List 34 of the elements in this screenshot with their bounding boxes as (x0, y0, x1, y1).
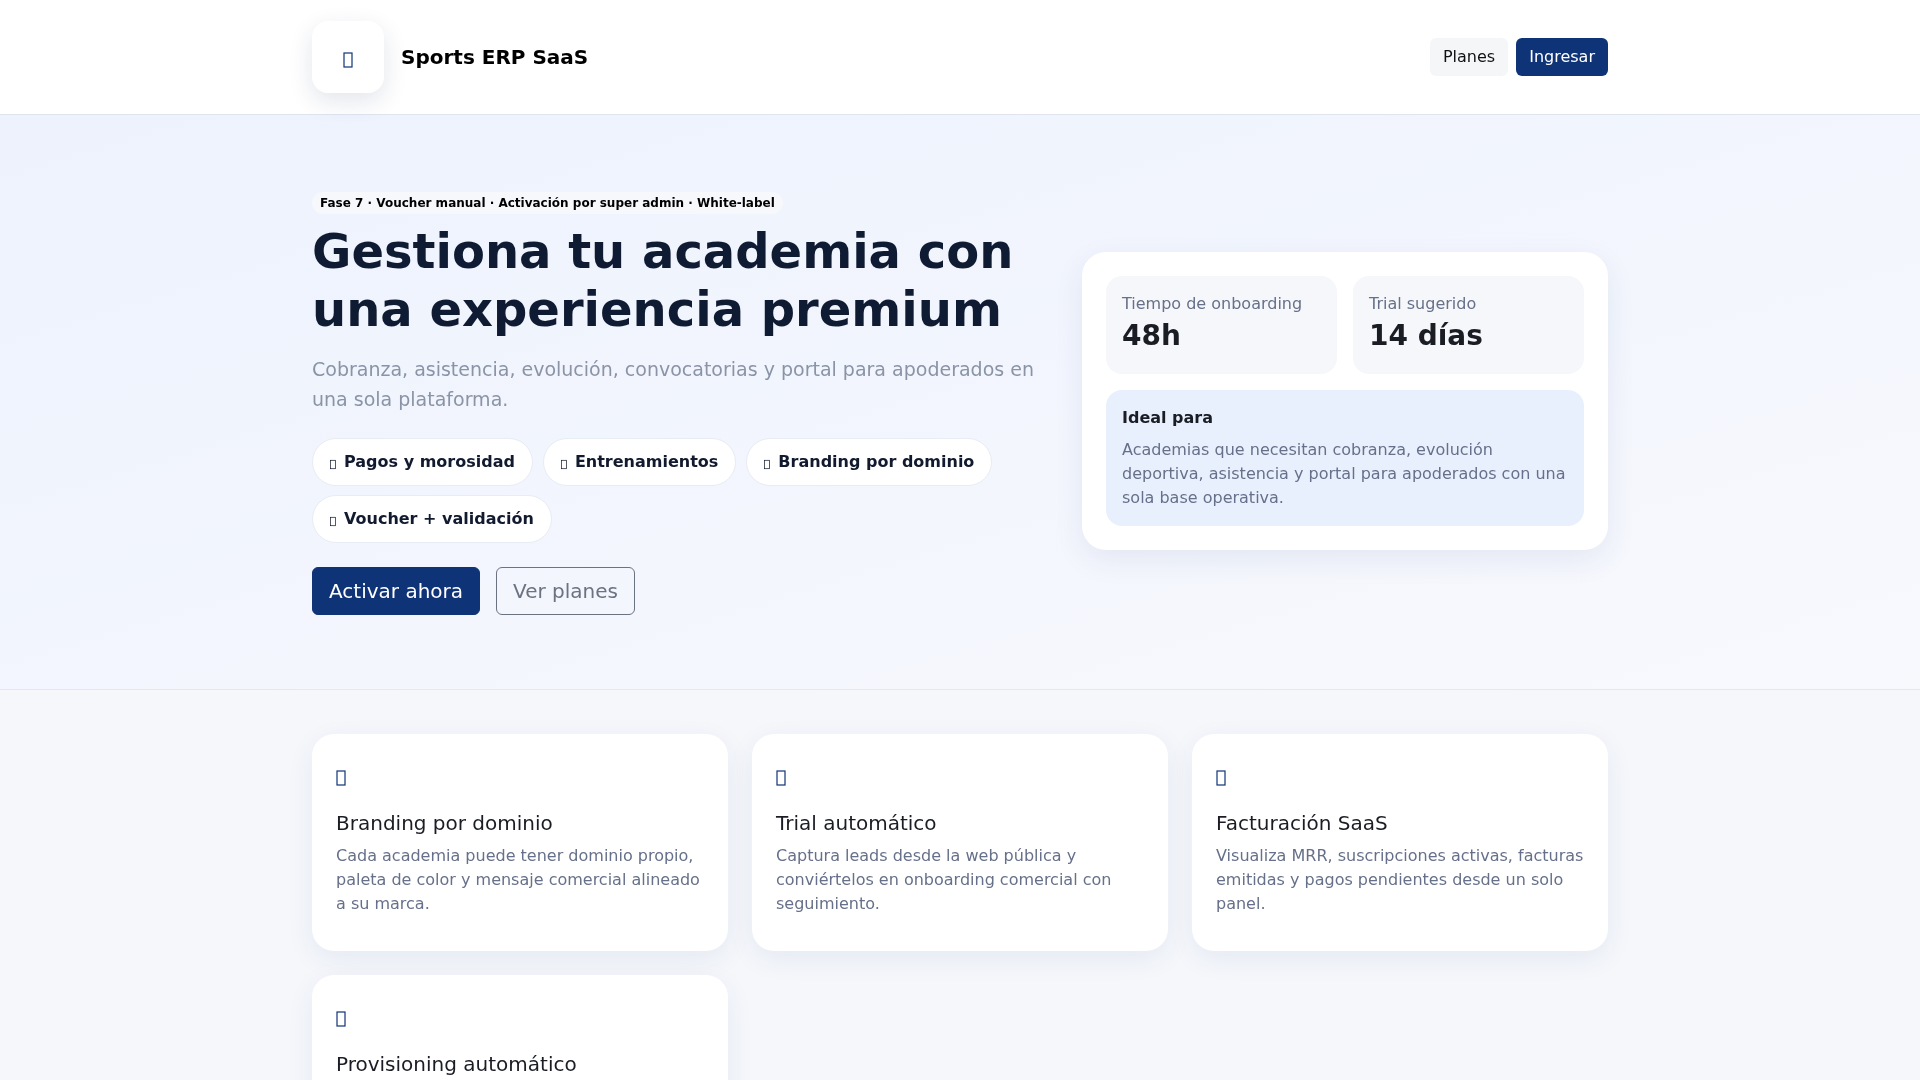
placeholder-icon (343, 51, 353, 69)
brand-name: Sports ERP SaaS (401, 44, 589, 71)
phase-badge: Fase 7 · Voucher manual · Activación por super admin · White-label (312, 192, 783, 214)
nav-button[interactable]: Ingresar (1516, 38, 1608, 76)
placeholder-icon (1216, 768, 1226, 788)
feature-title: Branding por dominio (336, 810, 554, 837)
feature-title: Facturación SaaS (1216, 810, 1389, 837)
feature-text: Captura leads desde la web pública y conviértelos en onboarding comercial con seguimiento. (776, 845, 1113, 915)
action-button[interactable]: Activar ahora (312, 567, 481, 615)
stat-value: 48h (1122, 318, 1182, 354)
placeholder-icon (336, 1009, 346, 1029)
ideal-text: Academias que necesitan cobranza, evolución deportiva, asistencia y portal para apoderados con una sola base operativa. (1122, 439, 1567, 509)
stat-label: Tiempo de onboarding (1122, 293, 1304, 315)
placeholder-icon (764, 458, 771, 470)
feature-chip: Voucher + validación (312, 495, 552, 543)
placeholder-icon (336, 768, 346, 788)
feature-title: Trial automático (776, 810, 938, 837)
ideal-title: Ideal para (1122, 407, 1215, 429)
feature-chip: Branding por dominio (746, 438, 993, 486)
placeholder-icon (776, 768, 786, 788)
hero-subtitle: Cobranza, asistencia, evolución, convocatorias y portal para apoderados en una sola plataforma. (312, 357, 1035, 412)
feature-text: Cada academia puede tener dominio propio, paleta de color y mensaje comercial alineado a su marca. (336, 845, 701, 915)
placeholder-icon (330, 458, 336, 470)
placeholder-icon (560, 458, 567, 470)
action-button[interactable]: Ver planes (496, 567, 635, 615)
hero-title: Gestiona tu academia con una experiencia premium (312, 222, 1015, 338)
feature-text: Visualiza MRR, suscripciones activas, facturas emitidas y pagos pendientes desde un solo panel. (1216, 845, 1584, 915)
stat-value: 14 días (1369, 318, 1484, 354)
feature-title: Provisioning automático (336, 1051, 578, 1078)
feature-chip: Entrenamientos (542, 438, 737, 486)
stat-label: Trial sugerido (1369, 293, 1478, 315)
feature-chip: Pagos y morosidad (312, 438, 533, 486)
placeholder-icon (330, 515, 336, 527)
nav-button[interactable]: Planes (1429, 38, 1509, 76)
